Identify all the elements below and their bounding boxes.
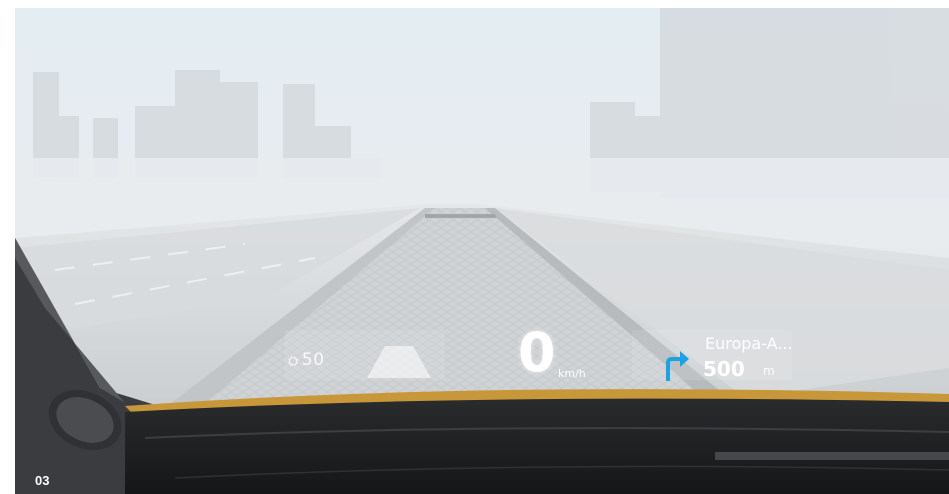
turn-right-arrow-icon: [666, 351, 689, 381]
nav-distance-unit: m: [763, 364, 775, 378]
road-scene: [15, 8, 949, 494]
speed-unit: km/h: [558, 367, 586, 380]
nav-distance: 500: [703, 357, 745, 381]
hud-scene-frame: ⛭ 50 0 km/h Europa-A... 500 m 03: [15, 8, 949, 494]
current-speed: 0: [518, 321, 556, 384]
lane-assist-icon: [367, 346, 431, 378]
speed-limit-value: 50: [301, 350, 325, 370]
figure-number: 03: [35, 473, 50, 488]
speed-limit-indicator: ⛭ 50: [288, 350, 325, 370]
speed-limit-icon: ⛭: [288, 354, 299, 369]
nav-street-name: Europa-A...: [705, 334, 793, 353]
